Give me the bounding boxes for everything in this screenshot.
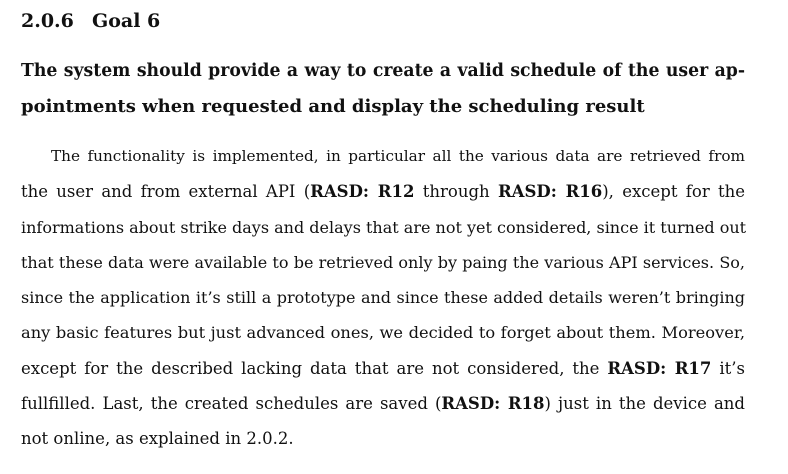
paragraph-text: through	[414, 182, 498, 202]
paragraph-line-9: not online, as explained in 2.0.2.	[21, 429, 294, 449]
paragraph-text: fullfilled. Last, the created schedules …	[21, 394, 442, 414]
body-paragraph: The functionality is implemented, in par…	[21, 139, 747, 457]
paragraph-text: ), except for the	[602, 182, 746, 202]
requirement-reference-r18: RASD: R18	[441, 394, 545, 414]
paragraph-line-2: the user and from external API (RASD: R1…	[21, 174, 745, 209]
paragraph-line-7: except for the described lacking data th…	[21, 351, 745, 386]
section-number: 2.0.6	[21, 10, 74, 32]
paragraph-text: it’s	[711, 358, 745, 378]
paragraph-line-6: any basic features but just advanced one…	[21, 323, 745, 343]
paragraph-text: except for the described lacking data th…	[21, 358, 608, 378]
paragraph-text: the user and from external API (	[21, 182, 311, 202]
requirement-reference-r16: RASD: R16	[497, 182, 603, 202]
goal-statement: The system should provide a way to creat…	[21, 54, 745, 124]
goal-statement-line-2: pointments when requested and display th…	[21, 96, 645, 117]
paragraph-line-3: informations about strike days and delay…	[21, 217, 747, 237]
paragraph-line-5: since the application it’s still a proto…	[21, 288, 745, 308]
paragraph-text: ) just in the device and	[544, 394, 746, 414]
section-heading: 2.0.6 Goal 6	[21, 9, 160, 33]
section-title: Goal 6	[92, 10, 161, 32]
paragraph-line-8: fullfilled. Last, the created schedules …	[21, 386, 745, 421]
requirement-reference-r17: RASD: R17	[607, 358, 712, 378]
goal-statement-line-1: The system should provide a way to creat…	[21, 61, 745, 81]
paragraph-line-4: that these data were available to be ret…	[21, 252, 745, 272]
paragraph-line-1: The functionality is implemented, in par…	[51, 147, 745, 165]
requirement-reference-r12: RASD: R12	[310, 182, 415, 202]
